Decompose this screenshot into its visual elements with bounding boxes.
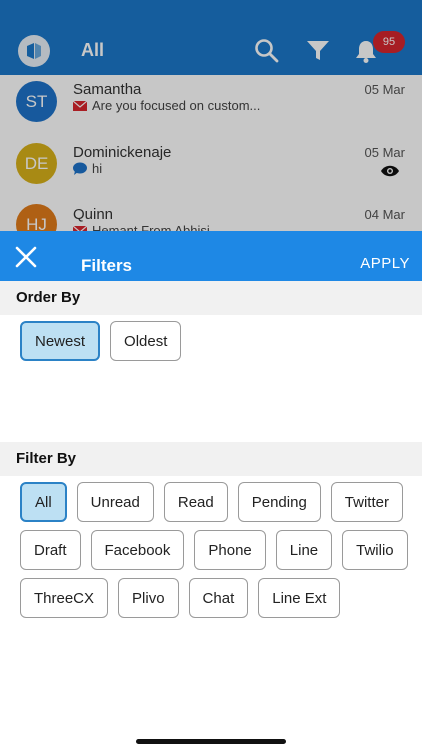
preview-text: Are you focused on custom... <box>92 98 261 113</box>
email-icon <box>73 100 87 111</box>
conversation-row[interactable]: ST Samantha 05 Mar Are you focused on cu… <box>0 75 422 137</box>
filters-sheet: Filters APPLY Order By Newest Oldest Fil… <box>0 231 422 750</box>
conversation-date: 05 Mar <box>364 145 405 160</box>
filter-by-label: Filter By <box>0 442 422 476</box>
app-bar: All 95 <box>0 0 422 75</box>
home-indicator[interactable] <box>136 739 286 744</box>
message-preview: Are you focused on custom... <box>73 98 260 113</box>
filter-twitter-chip[interactable]: Twitter <box>330 482 403 522</box>
contact-name: Quinn <box>73 206 114 223</box>
filter-phone-chip[interactable]: Phone <box>194 530 266 570</box>
conversation-row[interactable]: HJ Quinn 04 Mar Hemant From Abhisi... <box>0 201 422 235</box>
message-preview: hi <box>73 161 102 176</box>
filter-unread-chip[interactable]: Unread <box>76 482 154 522</box>
conversation-list: ST Samantha 05 Mar Are you focused on cu… <box>0 75 422 235</box>
chat-icon <box>73 162 87 175</box>
conversation-date: 05 Mar <box>364 82 405 97</box>
close-icon[interactable] <box>14 245 38 269</box>
filter-facebook-chip[interactable]: Facebook <box>90 530 185 570</box>
conversation-date: 04 Mar <box>364 207 405 222</box>
filter-read-chip[interactable]: Read <box>163 482 228 522</box>
inbox-title[interactable]: All <box>81 40 104 61</box>
app-logo-icon[interactable] <box>18 35 50 67</box>
conversation-row[interactable]: DE Dominickenaje 05 Mar hi <box>0 138 422 200</box>
order-by-section: Newest Oldest <box>0 315 422 442</box>
filter-by-options: All Unread Read Pending Twitter Draft Fa… <box>0 476 422 618</box>
filter-chat-chip[interactable]: Chat <box>188 578 249 618</box>
filter-plivo-chip[interactable]: Plivo <box>118 578 179 618</box>
filter-threecx-chip[interactable]: ThreeCX <box>20 578 109 618</box>
filter-line-chip[interactable]: Line <box>275 530 333 570</box>
filters-header: Filters APPLY <box>0 231 422 281</box>
filter-line-ext-chip[interactable]: Line Ext <box>258 578 341 618</box>
filter-icon[interactable] <box>305 38 331 64</box>
avatar: DE <box>16 143 57 184</box>
filters-title: Filters <box>81 256 133 275</box>
filter-draft-chip[interactable]: Draft <box>20 530 81 570</box>
filter-all-chip[interactable]: All <box>20 482 67 522</box>
notification-badge: 95 <box>373 31 405 53</box>
order-by-options: Newest Oldest <box>0 315 422 361</box>
preview-text: hi <box>92 161 103 176</box>
contact-name: Dominickenaje <box>73 144 172 161</box>
order-newest-chip[interactable]: Newest <box>20 321 101 361</box>
filter-twilio-chip[interactable]: Twilio <box>342 530 408 570</box>
apply-button[interactable]: APPLY <box>360 255 410 272</box>
search-icon[interactable] <box>254 38 280 64</box>
filter-pending-chip[interactable]: Pending <box>237 482 321 522</box>
order-by-label: Order By <box>0 281 422 315</box>
order-oldest-chip[interactable]: Oldest <box>110 321 182 361</box>
eye-icon <box>380 164 400 182</box>
avatar: ST <box>16 81 57 122</box>
contact-name: Samantha <box>73 81 142 98</box>
